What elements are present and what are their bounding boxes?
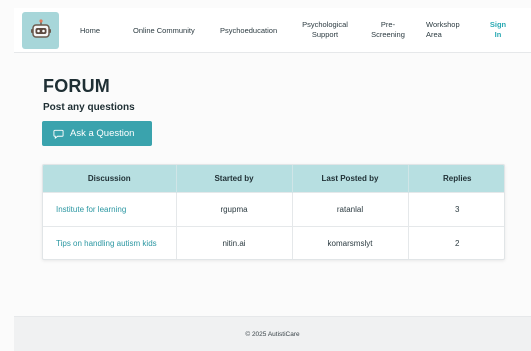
page-footer: © 2025 AutistiCare [14, 316, 531, 351]
page-subtitle: Post any questions [43, 102, 135, 113]
replies-cell: 3 [455, 204, 460, 214]
last-posted-by-cell: komarsmslyt [292, 226, 409, 259]
ask-question-button[interactable]: Ask a Question [42, 121, 152, 146]
column-header-replies: Replies [443, 173, 472, 183]
column-header-last-posted-by: Last Posted by [292, 165, 409, 192]
table-row: Tips on handling autism kids nitin.ai ko… [43, 226, 504, 259]
nav-links: Home Online Community Psychoeducation Ps… [14, 8, 531, 53]
page-title: FORUM [43, 76, 110, 96]
nav-psychoeducation[interactable]: Psychoeducation [220, 26, 277, 36]
last-posted-by-cell: ratanlal [292, 192, 409, 226]
chat-bubble-icon [53, 128, 64, 139]
ask-question-label: Ask a Question [70, 128, 135, 139]
discussion-link[interactable]: Tips on handling autism kids [43, 226, 177, 259]
footer-copyright: © 2025 AutistiCare [245, 330, 300, 338]
nav-pre-screening[interactable]: Pre-Screening [366, 20, 410, 40]
nav-psychological-support[interactable]: Psychological Support [297, 20, 353, 40]
table-header-row: Discussion Started by Last Posted by Rep… [43, 165, 504, 192]
started-by-cell: nitin.ai [176, 226, 293, 259]
replies-cell: 2 [455, 238, 460, 248]
nav-online-community[interactable]: Online Community [133, 26, 195, 36]
top-navbar: Home Online Community Psychoeducation Ps… [14, 8, 531, 53]
nav-home[interactable]: Home [80, 26, 100, 36]
column-header-discussion: Discussion [43, 165, 177, 192]
nav-workshop-area[interactable]: Workshop Area [426, 20, 462, 40]
column-header-started-by: Started by [176, 165, 293, 192]
started-by-cell: rgupma [176, 192, 293, 226]
table-row: Institute for learning rgupma ratanlal 3 [43, 192, 504, 226]
discussion-link[interactable]: Institute for learning [43, 192, 177, 226]
forum-table: Discussion Started by Last Posted by Rep… [42, 164, 505, 260]
nav-sign-in[interactable]: Sign In [488, 20, 508, 40]
app-frame: Home Online Community Psychoeducation Ps… [0, 0, 531, 351]
